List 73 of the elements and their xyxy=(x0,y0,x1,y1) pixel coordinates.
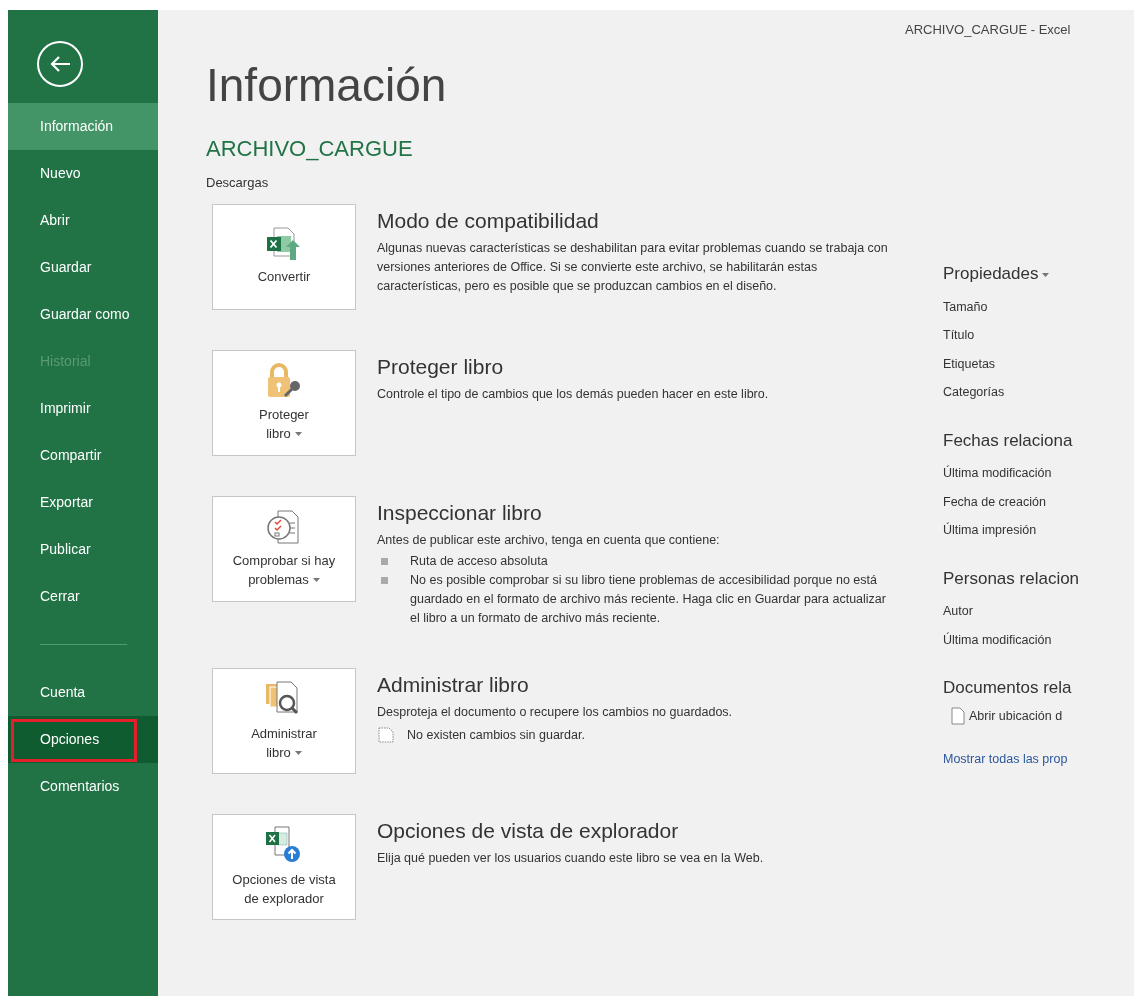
group-heading: Documentos rela xyxy=(943,677,1073,699)
file-location-link[interactable]: Abrir ubicación d xyxy=(969,706,1063,726)
back-button[interactable] xyxy=(37,40,83,87)
lock-key-icon xyxy=(265,362,303,399)
sidebar-item[interactable]: Información xyxy=(8,103,158,150)
button-label: Proteger xyxy=(259,405,309,424)
section-title: Inspeccionar libro xyxy=(377,499,543,526)
section-button[interactable]: Convertir xyxy=(212,203,356,310)
property-label: Fecha de creación xyxy=(943,493,1047,511)
sidebar-item[interactable]: Opciones xyxy=(8,716,158,763)
group-heading: Fechas relaciona xyxy=(943,429,1074,452)
sidebar-item[interactable]: Guardar como xyxy=(8,291,158,338)
section-description: Controle el tipo de cambios que los demás pueden hacer en este libro. xyxy=(377,385,770,403)
section-description: Algunas nuevas características se deshabilitan para evitar problemas cuando se trabaja con versiones anteriores de Office. Si se convierte este archivo, se habilitarán estas características, pero es posible que se produzcan cambios en el diseño. xyxy=(377,239,889,295)
bullet-square-icon xyxy=(381,576,388,584)
file-name: ARCHIVO_CARGUE xyxy=(206,138,414,160)
button-label: Convertir xyxy=(257,268,311,286)
section-title: Modo de compatibilidad xyxy=(377,207,600,234)
file-icon xyxy=(951,706,965,725)
checklist-document-icon xyxy=(266,508,302,545)
button-label: libro xyxy=(266,742,302,762)
section-title: Administrar libro xyxy=(377,671,530,698)
group-heading: Propiedades xyxy=(943,261,1134,287)
show-all-link[interactable]: Mostrar todas las prop xyxy=(943,750,1068,769)
document-icon xyxy=(377,727,395,744)
property-label: Tamaño xyxy=(943,298,989,316)
button-label: Opciones de vista xyxy=(232,870,336,889)
sidebar-item[interactable]: Comentarios xyxy=(8,763,158,810)
note-text: No existen cambios sin guardar. xyxy=(407,727,585,744)
bullet-text: No es posible comprobar si su libro tiene problemas de accesibilidad porque no está guardado en el formato de archivo más reciente. Haga clic en Guardar para actualizar el libro a un formato de archivo más reciente. xyxy=(410,571,887,627)
spreadsheet-upload-icon xyxy=(266,227,302,261)
sidebar-item[interactable]: Exportar xyxy=(8,479,158,526)
page-heading: Información xyxy=(206,62,448,108)
back-arrow-icon xyxy=(49,54,71,73)
button-label: Administrar xyxy=(251,724,317,743)
caret-icon xyxy=(1042,272,1050,277)
sidebar-item[interactable]: Guardar xyxy=(8,244,158,291)
caret-icon xyxy=(312,578,320,583)
button-label: problemas xyxy=(248,569,320,589)
section-description: Elija qué pueden ver los usuarios cuando este libro se vea en la Web. xyxy=(377,850,765,867)
section-title: Opciones de vista de explorador xyxy=(377,817,680,844)
sidebar-item[interactable]: Publicar xyxy=(8,526,158,573)
sidebar-item[interactable]: Cerrar xyxy=(8,573,158,620)
bullet-text: Ruta de acceso absoluta xyxy=(410,552,549,570)
section-button[interactable]: Comprobar si hay problemas xyxy=(212,495,356,602)
caret-icon xyxy=(294,751,302,756)
property-label: Etiquetas xyxy=(943,355,997,373)
section-button[interactable]: Proteger libro xyxy=(212,349,356,456)
sidebar-item[interactable]: Abrir xyxy=(8,197,158,244)
sidebar-item[interactable]: Cuenta xyxy=(8,669,158,716)
caret-icon xyxy=(294,432,302,437)
section-description: Desproteja el documento o recupere los cambios no guardados. xyxy=(377,704,734,721)
file-location: Descargas xyxy=(206,174,270,192)
group-heading: Personas relacion xyxy=(943,567,1081,590)
window-title: ARCHIVO_CARGUE - Excel xyxy=(905,21,1071,39)
section-description: Antes de publicar este archivo, tenga en cuenta que contiene: xyxy=(377,531,721,549)
sidebar-item[interactable]: Nuevo xyxy=(8,150,158,197)
property-label: Última modificación xyxy=(943,464,1053,482)
property-label: Categorías xyxy=(943,384,1006,401)
sidebar-item[interactable]: Compartir xyxy=(8,432,158,479)
property-label: Autor xyxy=(943,603,974,620)
section-button[interactable]: Opciones de vista de explorador xyxy=(212,813,356,920)
section-button[interactable]: Administrar libro xyxy=(212,667,356,774)
button-label: de explorador xyxy=(244,889,324,908)
spreadsheet-globe-icon xyxy=(265,825,303,864)
property-label: Última impresión xyxy=(943,521,1038,539)
sidebar-item[interactable]: Imprimir xyxy=(8,385,158,432)
button-label: Comprobar si hay xyxy=(232,551,336,570)
bullet-square-icon xyxy=(381,557,388,565)
property-label: Título xyxy=(943,327,976,344)
section-title: Proteger libro xyxy=(377,353,505,380)
button-label: libro xyxy=(266,423,302,443)
property-label: Última modificación xyxy=(943,631,1053,649)
